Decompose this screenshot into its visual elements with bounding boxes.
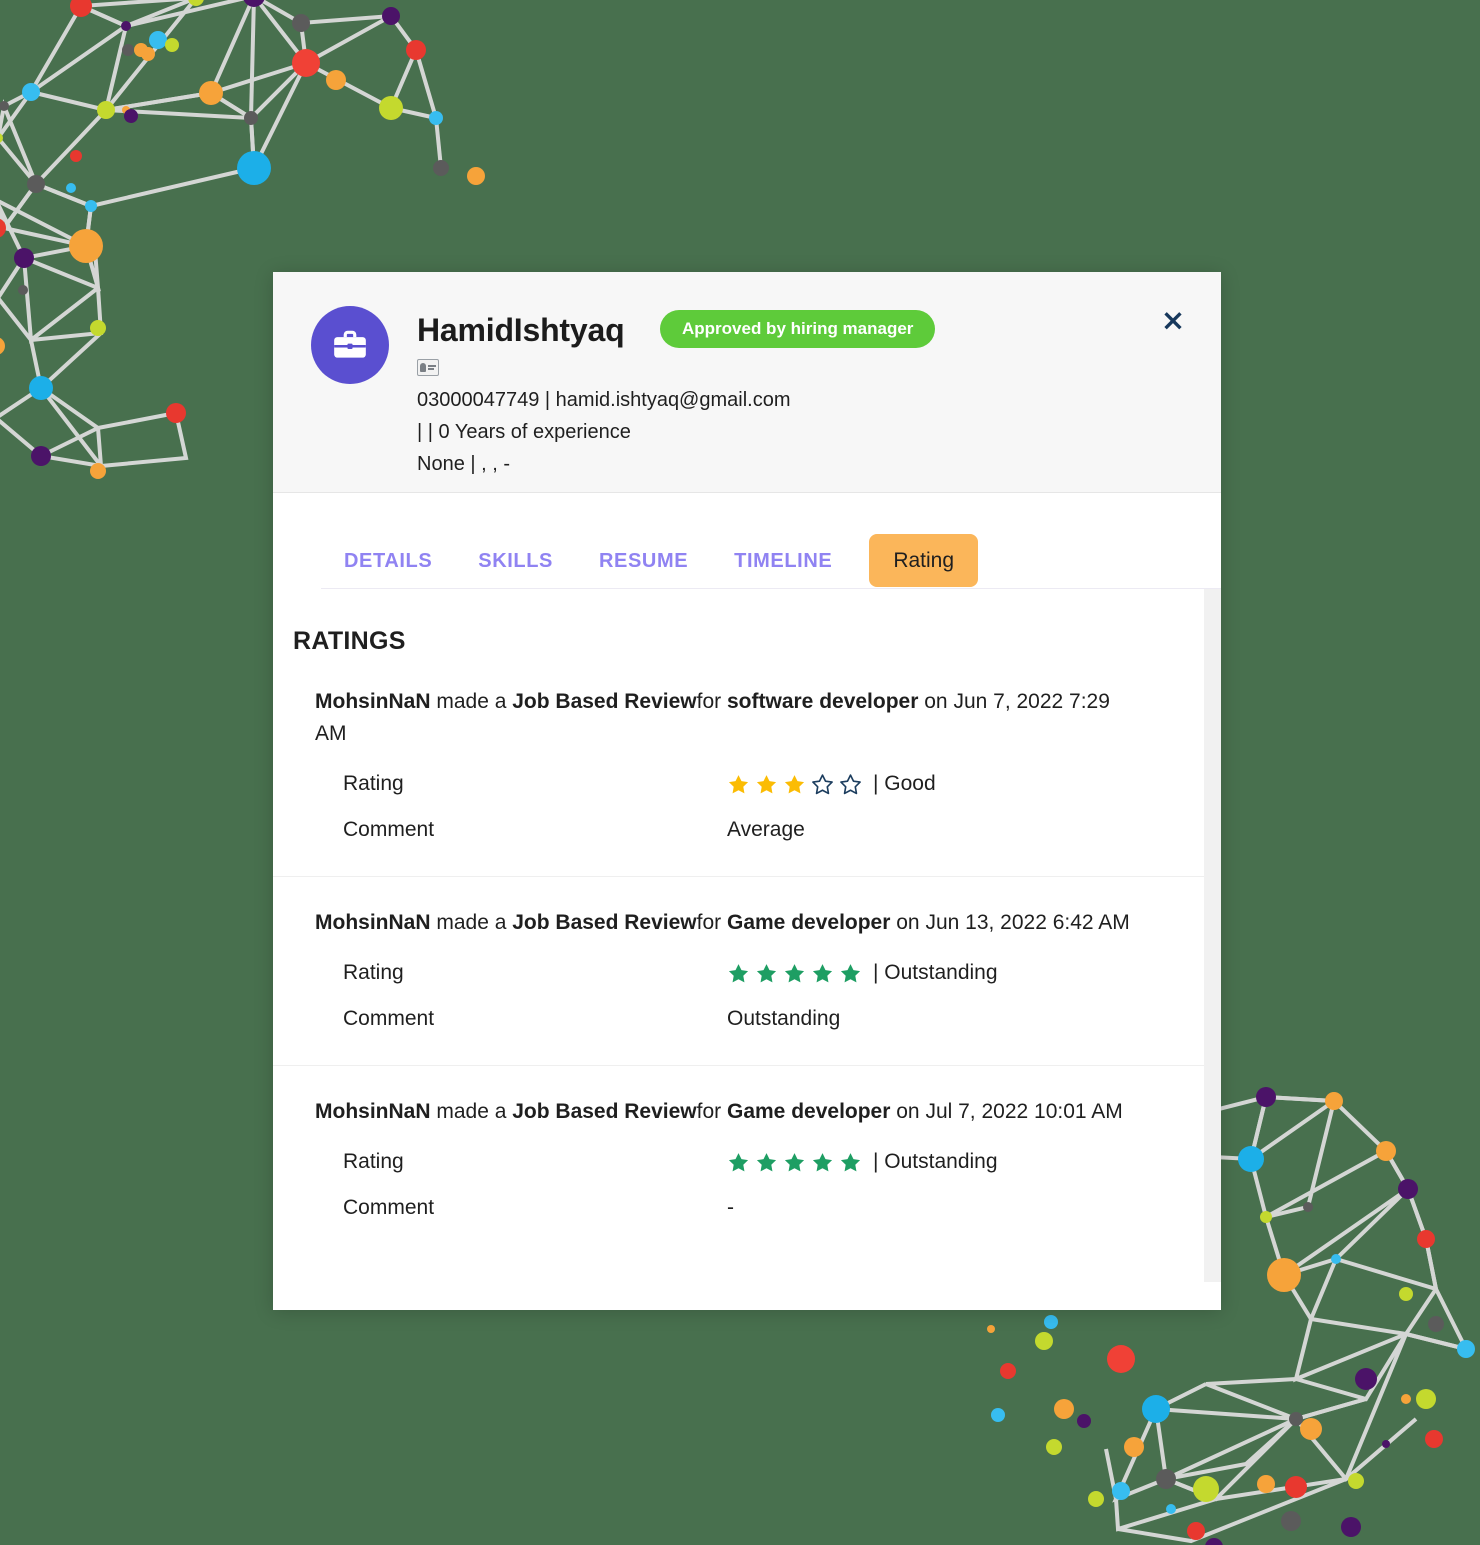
review-action: made a [436,690,507,713]
review-for-word: for [696,1100,722,1123]
comment-label: Comment [343,1007,435,1030]
close-button[interactable] [1159,306,1187,334]
comment-label: Comment [343,818,435,841]
candidate-name: HamidIshtyaq [417,312,625,348]
section-title: RATINGS [293,627,406,655]
star-filled-icon [728,774,749,793]
tab-rating[interactable]: Rating [869,534,979,587]
location-line: None | , , - [417,453,511,475]
review-type: Job Based Review [512,690,697,713]
briefcase-icon [331,326,369,364]
star-filled-icon [728,1152,749,1171]
review-comment-row: Comment - [315,1196,1179,1220]
rating-text: | Outstanding [873,961,998,984]
rating-label: Rating [343,772,404,795]
contact-card-icon [417,359,439,376]
avatar [311,306,389,384]
review-comment-row: Comment Outstanding [315,1007,1179,1031]
star-filled-icon [840,963,861,982]
rating-text: | Outstanding [873,1150,998,1173]
tab-skills[interactable]: SKILLS [455,550,576,588]
comment-label: Comment [343,1196,435,1219]
review-headline: MohsinNaN made a Job Based Reviewfor Gam… [315,1066,1145,1128]
scrollbar-thumb[interactable] [1206,591,1220,821]
review-job-title: Game developer [727,1100,891,1123]
review-type: Job Based Review [512,1100,697,1123]
experience-line: | | 0 Years of experience [417,421,631,443]
review-datetime: Jul 7, 2022 10:01 AM [925,1100,1123,1123]
review-item: MohsinNaN made a Job Based Reviewfor Gam… [273,876,1221,1065]
review-for-word: for [696,690,722,713]
review-on-word: on [896,911,920,934]
reviewer-name: MohsinNaN [315,911,431,934]
review-action: made a [436,911,507,934]
rating-text: | Good [873,772,936,795]
star-filled-icon [812,1152,833,1171]
review-datetime: Jun 13, 2022 6:42 AM [925,911,1130,934]
star-rating [727,773,862,796]
comment-text: Outstanding [727,1007,841,1030]
close-icon [1162,309,1184,331]
star-filled-icon [784,774,805,793]
star-filled-icon [784,963,805,982]
review-item: MohsinNaN made a Job Based Reviewfor sof… [273,656,1221,876]
review-action: made a [436,1100,507,1123]
star-filled-icon [840,1152,861,1171]
star-rating [727,1151,862,1174]
review-on-word: on [896,1100,920,1123]
review-job-title: software developer [727,690,919,713]
tab-resume[interactable]: RESUME [576,550,711,588]
review-rating-row: Rating | Outstanding [315,1150,1179,1174]
vertical-scrollbar[interactable] [1204,589,1221,1282]
comment-text: - [727,1196,734,1219]
tabs-container: DETAILS SKILLS RESUME TIMELINE Rating [273,493,1221,589]
review-headline: MohsinNaN made a Job Based Reviewfor sof… [315,656,1145,750]
review-job-title: Game developer [727,911,891,934]
tab-list: DETAILS SKILLS RESUME TIMELINE Rating [321,527,1221,589]
reviewer-name: MohsinNaN [315,690,431,713]
contact-line: 03000047749 | hamid.ishtyaq@gmail.com [417,389,791,411]
ratings-panel: RATINGS MohsinNaN made a Job Based Revie… [273,589,1221,1282]
star-empty-icon [812,773,833,794]
review-rating-row: Rating | Outstanding [315,961,1179,985]
star-rating [727,962,862,985]
candidate-detail-modal: HamidIshtyaq Approved by hiring manager … [273,272,1221,1310]
star-filled-icon [756,1152,777,1171]
rating-label: Rating [343,1150,404,1173]
tab-timeline[interactable]: TIMELINE [711,550,855,588]
rating-label: Rating [343,961,404,984]
reviewer-name: MohsinNaN [315,1100,431,1123]
review-item: MohsinNaN made a Job Based Reviewfor Gam… [273,1065,1221,1220]
star-filled-icon [756,963,777,982]
tab-details[interactable]: DETAILS [321,550,455,588]
review-headline: MohsinNaN made a Job Based Reviewfor Gam… [315,877,1145,939]
status-badge: Approved by hiring manager [660,310,936,348]
star-empty-icon [840,773,861,794]
star-filled-icon [784,1152,805,1171]
review-rating-row: Rating | Good [315,772,1179,796]
review-comment-row: Comment Average [315,818,1179,842]
review-on-word: on [924,690,948,713]
comment-text: Average [727,818,805,841]
star-filled-icon [812,963,833,982]
star-filled-icon [728,963,749,982]
modal-header: HamidIshtyaq Approved by hiring manager … [273,272,1221,493]
star-filled-icon [756,774,777,793]
review-for-word: for [696,911,722,934]
review-type: Job Based Review [512,911,697,934]
